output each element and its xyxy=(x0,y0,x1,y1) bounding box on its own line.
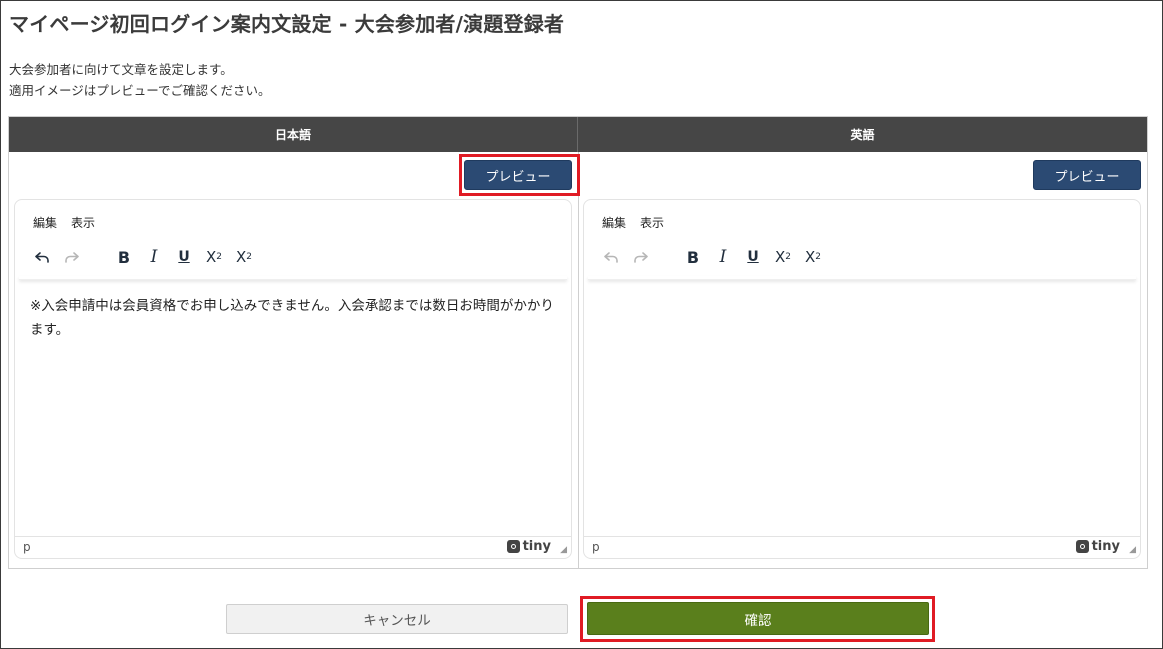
resize-handle-icon[interactable]: ◢ xyxy=(1129,545,1136,555)
preview-button-japanese[interactable]: プレビュー xyxy=(464,160,572,190)
subscript-button[interactable]: X2 xyxy=(199,244,229,270)
editor-content-japanese[interactable]: ※入会申請中は会員資格でお申し込みできません。入会承認までは数日お時間がかかりま… xyxy=(30,294,560,342)
toolbar-separator xyxy=(19,276,567,280)
page-title: マイページ初回ログイン案内文設定 - 大会参加者/演題登録者 xyxy=(9,12,565,36)
tiny-logo-icon xyxy=(506,540,520,553)
editor-statusbar: p tiny ◢ xyxy=(15,536,571,558)
menu-view[interactable]: 表示 xyxy=(71,214,95,231)
tiny-brand-text: tiny xyxy=(1091,539,1120,554)
editor-table: 日本語 英語 プレビュー 編集 表示 B I U X2 X2 ※入会申請中は会員… xyxy=(8,116,1148,569)
italic-button[interactable]: I xyxy=(139,244,169,270)
rich-text-editor-japanese: 編集 表示 B I U X2 X2 ※入会申請中は会員資格でお申し込みできません… xyxy=(14,199,572,559)
subscript-mark: 2 xyxy=(216,252,222,262)
column-header-english: 英語 xyxy=(578,117,1147,152)
element-path[interactable]: p xyxy=(592,540,600,554)
tiny-brand-text: tiny xyxy=(522,539,551,554)
tiny-branding[interactable]: tiny xyxy=(506,539,551,554)
undo-icon[interactable] xyxy=(27,244,57,270)
tiny-branding[interactable]: tiny xyxy=(1075,539,1120,554)
redo-icon[interactable] xyxy=(57,244,87,270)
cancel-button[interactable]: キャンセル xyxy=(226,604,568,634)
editor-toolbar: B I U X2 X2 xyxy=(596,244,828,270)
superscript-letter: X xyxy=(235,248,247,266)
subscript-button[interactable]: X2 xyxy=(768,244,798,270)
menu-edit[interactable]: 編集 xyxy=(33,214,57,231)
superscript-mark: 2 xyxy=(246,252,252,262)
italic-button[interactable]: I xyxy=(708,244,738,270)
editor-menubar: 編集 表示 xyxy=(602,214,664,231)
bold-button[interactable]: B xyxy=(109,244,139,270)
editor-menubar: 編集 表示 xyxy=(33,214,95,231)
preview-button-english[interactable]: プレビュー xyxy=(1033,160,1141,190)
column-header-japanese: 日本語 xyxy=(9,117,578,152)
description-line-1: 大会参加者に向けて文章を設定します。 xyxy=(9,62,233,77)
superscript-mark: 2 xyxy=(815,252,821,262)
undo-icon[interactable] xyxy=(596,244,626,270)
confirm-button[interactable]: 確認 xyxy=(587,602,929,635)
superscript-letter: X xyxy=(804,248,816,266)
bold-button[interactable]: B xyxy=(678,244,708,270)
subscript-mark: 2 xyxy=(785,252,791,262)
redo-icon[interactable] xyxy=(626,244,656,270)
subscript-letter: X xyxy=(205,248,217,266)
element-path[interactable]: p xyxy=(23,540,31,554)
subscript-letter: X xyxy=(774,248,786,266)
rich-text-editor-english: 編集 表示 B I U X2 X2 p tiny ◢ xyxy=(583,199,1141,559)
editor-statusbar: p tiny ◢ xyxy=(584,536,1140,558)
resize-handle-icon[interactable]: ◢ xyxy=(560,545,567,555)
menu-edit[interactable]: 編集 xyxy=(602,214,626,231)
tiny-logo-icon xyxy=(1075,540,1089,553)
superscript-button[interactable]: X2 xyxy=(798,244,828,270)
menu-view[interactable]: 表示 xyxy=(640,214,664,231)
column-divider xyxy=(578,152,579,568)
toolbar-separator xyxy=(588,276,1136,280)
editor-toolbar: B I U X2 X2 xyxy=(27,244,259,270)
underline-button[interactable]: U xyxy=(169,244,199,270)
superscript-button[interactable]: X2 xyxy=(229,244,259,270)
underline-button[interactable]: U xyxy=(738,244,768,270)
description-line-2: 適用イメージはプレビューでご確認ください。 xyxy=(9,83,271,98)
